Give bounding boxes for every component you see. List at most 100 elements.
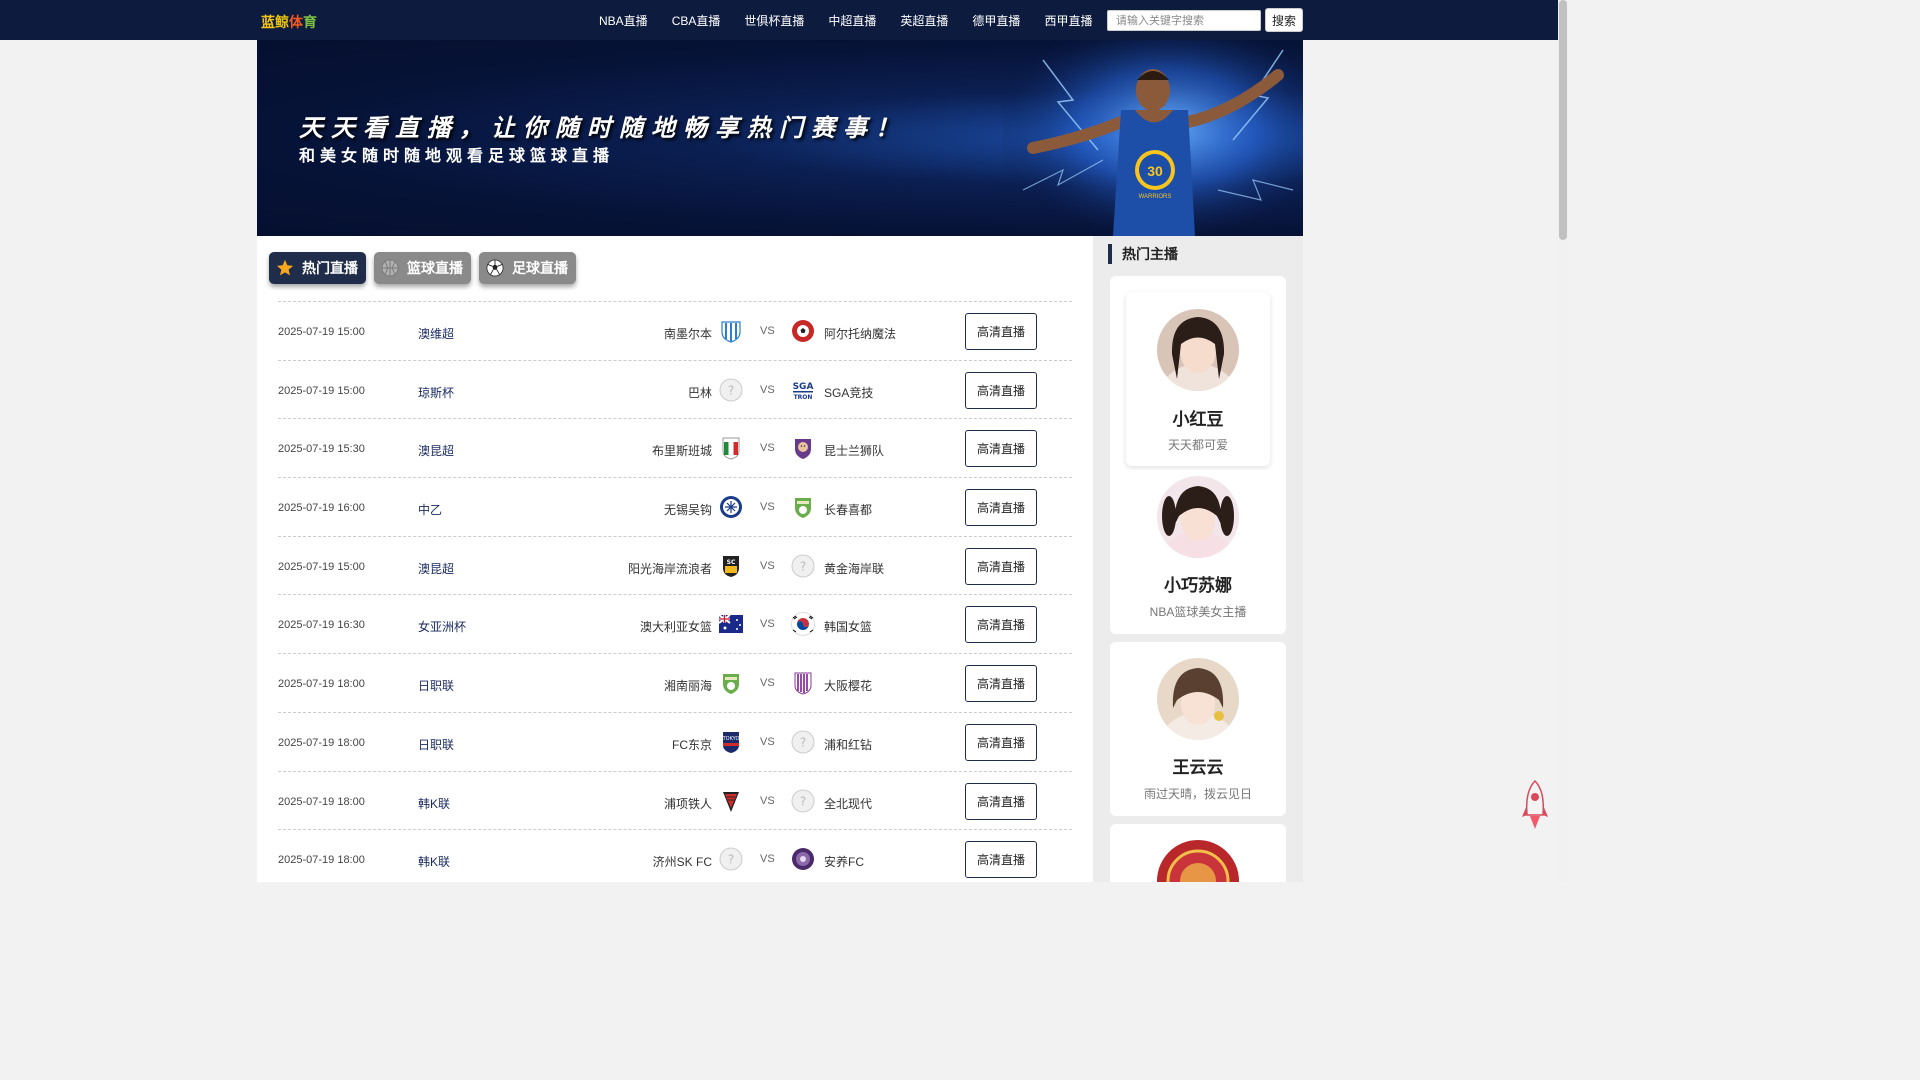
vs-label: VS [760, 325, 775, 337]
tab-label: 热门直播 [302, 260, 358, 276]
vs-label: VS [760, 501, 775, 514]
match-league[interactable]: 澳昆超 [418, 560, 454, 577]
banner-subline: 和美女随时随地观看足球篮球直播 [299, 148, 615, 165]
match-row: 2025-07-19 16:00 中乙 无锡吴钩 VS 长春喜都 高清直播 [278, 477, 1072, 536]
match-league[interactable]: 日职联 [418, 677, 454, 694]
svg-text:?: ? [800, 735, 806, 749]
jersey-text: WARRIORS [1139, 194, 1172, 200]
vs-label: VS [760, 794, 775, 807]
hd-live-button[interactable]: 高清直播 [965, 665, 1037, 703]
nav-item-nba[interactable]: NBA直播 [599, 12, 648, 29]
svg-text:TOKYO: TOKYO [722, 736, 740, 742]
main-nav: NBA直播 CBA直播 世俱杯直播 中超直播 英超直播 德甲直播 西甲直播 [599, 0, 1116, 40]
svg-text:?: ? [800, 794, 806, 808]
match-league[interactable]: 韩K联 [418, 853, 450, 870]
anchor-card[interactable]: 小红豆 天天都可爱 [1126, 292, 1270, 466]
hd-live-button[interactable]: 高清直播 [965, 489, 1037, 527]
match-time: 2025-07-19 18:00 [278, 678, 365, 691]
tab-football-live[interactable]: 足球直播 [479, 252, 576, 284]
home-team-logo-icon [719, 671, 743, 695]
anchor-card[interactable] [1110, 824, 1286, 882]
hd-live-button[interactable]: 高清直播 [965, 782, 1037, 820]
match-row: 2025-07-19 18:00 日职联 湘南丽海 VS 大阪樱花 高清直播 [278, 653, 1072, 712]
nav-item-club-world-cup[interactable]: 世俱杯直播 [744, 12, 804, 29]
back-to-top-rocket-icon[interactable] [1521, 779, 1549, 831]
match-time: 2025-07-19 15:30 [278, 443, 365, 456]
tab-hot-live[interactable]: 热门直播 [269, 252, 366, 284]
match-league[interactable]: 澳昆超 [418, 442, 454, 459]
away-team-logo-icon: SGA TRON [791, 378, 815, 402]
svg-text:SC: SC [727, 559, 736, 566]
home-team-logo-icon: ? [719, 847, 743, 871]
home-team-logo-icon: TOKYO [719, 730, 743, 754]
nav-item-epl[interactable]: 英超直播 [900, 12, 948, 29]
hd-live-button[interactable]: 高清直播 [965, 371, 1037, 409]
home-team-logo-icon: ? [719, 378, 743, 402]
hd-live-button[interactable]: 高清直播 [965, 313, 1037, 350]
nav-item-laliga[interactable]: 西甲直播 [1044, 12, 1092, 29]
away-team-logo-icon [791, 436, 815, 460]
jersey-number: 30 [1147, 163, 1163, 179]
away-team-logo-icon [791, 495, 815, 519]
anchor-card[interactable]: 王云云 雨过天晴，拨云见日 [1110, 642, 1286, 816]
match-time: 2025-07-19 16:00 [278, 502, 365, 515]
hd-live-button[interactable]: 高清直播 [965, 547, 1037, 585]
away-team-logo-icon [791, 671, 815, 695]
tab-basketball-live[interactable]: 篮球直播 [374, 252, 471, 284]
match-time: 2025-07-19 18:00 [278, 795, 365, 808]
match-list-panel: 热门直播 篮球直播 足球直播 2025-07-19 15:00 澳维超 南墨尔本… [257, 236, 1093, 882]
scrollbar-thumb[interactable] [1559, 0, 1567, 240]
match-time: 2025-07-19 15:00 [278, 326, 365, 338]
match-league[interactable]: 韩K联 [418, 795, 450, 812]
search-input[interactable] [1107, 10, 1261, 31]
svg-text:SGA: SGA [793, 382, 814, 392]
search-button[interactable]: 搜索 [1265, 8, 1303, 32]
home-team-logo-icon [719, 436, 743, 460]
anchor-avatar [1157, 840, 1239, 882]
vs-label: VS [760, 559, 775, 572]
away-team-name: 全北现代 [824, 796, 873, 811]
match-league[interactable]: 女亚洲杯 [418, 618, 466, 635]
anchor-card[interactable]: 小巧苏娜 NBA篮球美女主播 [1110, 470, 1286, 634]
logo-char: 蓝 [261, 14, 275, 30]
svg-text:TRON: TRON [794, 394, 813, 401]
page-scrollbar[interactable] [1558, 0, 1568, 882]
nav-item-bundesliga[interactable]: 德甲直播 [972, 12, 1020, 29]
away-team-logo-icon [791, 612, 815, 637]
logo-char: 鲸 [275, 14, 289, 30]
match-row: 2025-07-19 18:00 日职联 FC东京 TOKYO VS ? 浦和红… [278, 711, 1072, 771]
match-time: 2025-07-19 15:00 [278, 384, 365, 397]
site-logo[interactable]: 蓝鲸体育 [261, 12, 317, 32]
logo-char: 体 [289, 14, 303, 30]
anchor-desc: NBA篮球美女主播 [1149, 605, 1247, 619]
hd-live-button[interactable]: 高清直播 [965, 606, 1037, 644]
anchor-avatar [1157, 476, 1239, 558]
home-team-name: 南墨尔本 [663, 327, 712, 341]
hd-live-button[interactable]: 高清直播 [965, 841, 1037, 879]
away-team-logo-icon [791, 319, 815, 343]
banner-headline: 天天看直播，让你随时随地畅享热门赛事！ [299, 115, 907, 142]
hd-live-button[interactable]: 高清直播 [965, 723, 1037, 761]
home-team-name: 阳光海岸流浪者 [627, 561, 712, 576]
match-row: 2025-07-19 18:00 韩K联 浦项铁人 VS ? 全北现代 高清直播 [278, 770, 1072, 830]
away-team-logo-icon: ? [791, 554, 815, 578]
home-team-name: FC东京 [672, 737, 712, 752]
match-league[interactable]: 琼斯杯 [418, 384, 454, 401]
nav-item-cba[interactable]: CBA直播 [672, 12, 721, 29]
nav-item-csl[interactable]: 中超直播 [828, 12, 876, 29]
match-row: 2025-07-19 16:30 女亚洲杯 澳大利亚女篮 VS 韩国女篮 高清直… [278, 594, 1072, 653]
away-team-name: 韩国女篮 [824, 620, 873, 635]
home-team-name: 湘南丽海 [663, 679, 712, 694]
anchor-avatar [1157, 309, 1239, 391]
home-team-logo-icon [719, 495, 743, 519]
hd-live-button[interactable]: 高清直播 [965, 430, 1037, 468]
anchor-desc: 天天都可爱 [1167, 438, 1228, 452]
away-team-name: 昆士兰狮队 [824, 444, 885, 459]
match-league[interactable]: 中乙 [418, 501, 442, 518]
anchor-name: 小巧苏娜 [1164, 576, 1232, 595]
away-team-name: SGA竞技 [824, 385, 874, 400]
match-league[interactable]: 日职联 [418, 736, 454, 753]
match-time: 2025-07-19 15:00 [278, 560, 365, 573]
match-time: 2025-07-19 18:00 [278, 736, 365, 749]
match-league[interactable]: 澳维超 [418, 325, 454, 342]
